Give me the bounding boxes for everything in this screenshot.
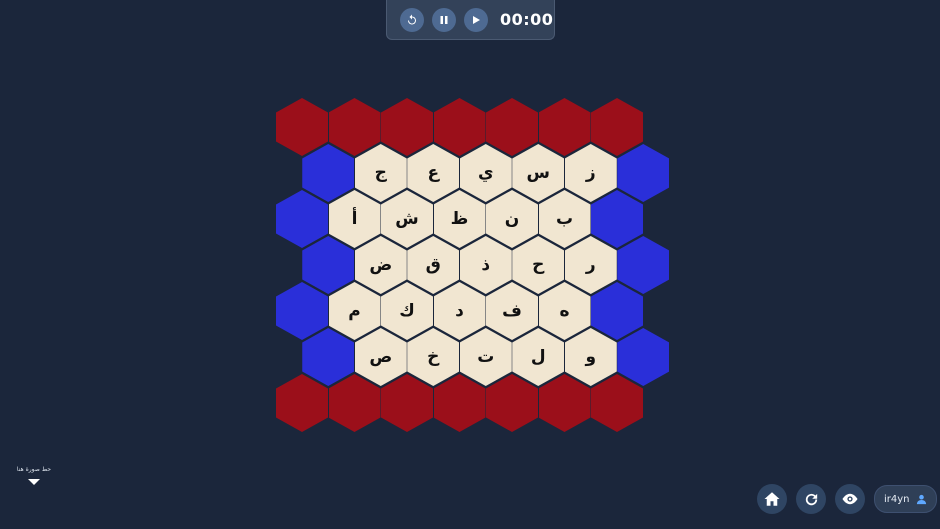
red-border-hex <box>538 374 591 432</box>
red-border-hex <box>381 374 433 432</box>
red-border-hex <box>591 374 643 432</box>
letter-cell[interactable]: م <box>328 282 381 340</box>
home-icon <box>764 492 780 506</box>
letter-cell[interactable]: ر <box>564 236 617 294</box>
red-border-hex <box>486 98 538 156</box>
red-border-hex <box>328 98 381 156</box>
letter-cell[interactable]: أ <box>328 190 381 248</box>
blue-border-hex <box>302 144 355 202</box>
letter-cell[interactable]: ص <box>354 328 407 386</box>
user-badge[interactable]: ir4yn <box>874 485 937 513</box>
letter-cell[interactable]: ق <box>407 236 460 294</box>
refresh-button[interactable] <box>796 484 826 514</box>
letter-cell[interactable]: ش <box>381 190 433 248</box>
blue-border-hex <box>591 282 643 340</box>
letter-cell[interactable]: خ <box>407 328 460 386</box>
blue-border-hex <box>591 190 643 248</box>
blue-border-hex <box>617 328 670 386</box>
letter-cell[interactable]: ز <box>564 144 617 202</box>
red-border-hex <box>538 98 591 156</box>
letter-cell[interactable]: ه <box>538 282 591 340</box>
letter-cell[interactable]: ي <box>459 144 512 202</box>
eye-icon <box>842 493 858 505</box>
blue-border-hex <box>302 236 355 294</box>
letter-cell[interactable]: س <box>512 144 565 202</box>
red-border-hex <box>276 374 328 432</box>
letter-cell[interactable]: ف <box>486 282 538 340</box>
red-border-hex <box>381 98 433 156</box>
letter-cell[interactable]: ك <box>381 282 433 340</box>
bottom-controls: ir4yn <box>757 484 937 514</box>
letter-cell[interactable]: و <box>564 328 617 386</box>
red-border-hex <box>276 98 328 156</box>
letter-cell[interactable]: ت <box>459 328 512 386</box>
dropdown-arrow-icon[interactable] <box>28 479 40 485</box>
letter-cell[interactable]: ع <box>407 144 460 202</box>
red-border-hex <box>591 98 643 156</box>
letter-cell[interactable]: ج <box>354 144 407 202</box>
red-border-hex <box>328 374 381 432</box>
hex-board: جعيسز أشظنب ضقذحر مكدفه صختلو <box>0 0 940 529</box>
blue-border-hex <box>302 328 355 386</box>
letter-cell[interactable]: ذ <box>459 236 512 294</box>
letter-cell[interactable]: ض <box>354 236 407 294</box>
home-button[interactable] <box>757 484 787 514</box>
red-border-hex <box>433 98 486 156</box>
letter-cell[interactable]: ح <box>512 236 565 294</box>
user-icon <box>916 494 926 504</box>
image-placeholder-note: حط صورة هنا <box>16 466 52 473</box>
username: ir4yn <box>884 493 910 505</box>
letter-cell[interactable]: ظ <box>433 190 486 248</box>
blue-border-hex <box>276 190 328 248</box>
letter-cell[interactable]: ل <box>512 328 565 386</box>
blue-border-hex <box>617 236 670 294</box>
game-screen: 00:00 جعيسزأشظنبضقذحرمكدفهصختلو حط صورة … <box>0 0 940 529</box>
letter-cell[interactable]: د <box>433 282 486 340</box>
blue-border-hex <box>617 144 670 202</box>
letter-cell[interactable]: ب <box>538 190 591 248</box>
blue-border-hex <box>276 282 328 340</box>
refresh-icon <box>805 493 817 505</box>
view-button[interactable] <box>835 484 865 514</box>
red-border-hex <box>486 374 538 432</box>
red-border-hex <box>433 374 486 432</box>
letter-cell[interactable]: ن <box>486 190 538 248</box>
